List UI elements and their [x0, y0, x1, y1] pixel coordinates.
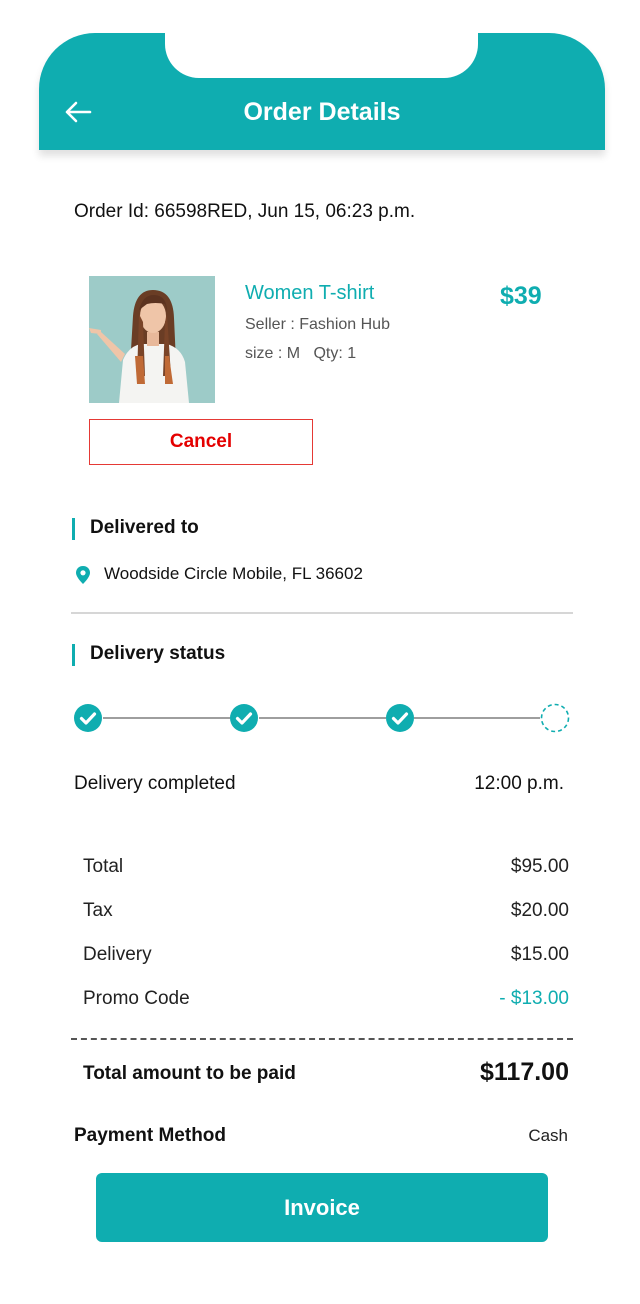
delivery-address: Woodside Circle Mobile, FL 36602 — [104, 564, 363, 583]
step-1-check-circle-icon — [73, 703, 103, 733]
product-price: $39 — [500, 282, 542, 310]
grand-total-value: $117.00 — [480, 1058, 569, 1086]
delivery-status-title: Delivery status — [90, 643, 226, 664]
invoice-button[interactable]: Invoice — [96, 1173, 548, 1242]
step-3-check-circle-icon — [385, 703, 415, 733]
progress-line — [259, 717, 386, 719]
product-image[interactable] — [89, 276, 215, 403]
product-size-qty: size : M Qty: 1 — [245, 345, 357, 362]
progress-line — [414, 717, 540, 719]
dashed-divider — [71, 1038, 573, 1040]
progress-line — [103, 717, 230, 719]
summary-total-value: $95.00 — [510, 856, 569, 877]
product-name[interactable]: Women T-shirt — [245, 282, 374, 305]
payment-method-label: Payment Method — [74, 1125, 227, 1146]
product-photo-graphic — [89, 276, 215, 403]
product-seller: Seller : Fashion Hub — [245, 316, 390, 333]
step-2-check-circle-icon — [229, 703, 259, 733]
device-notch — [165, 20, 478, 78]
back-button[interactable] — [62, 96, 94, 128]
arrow-left-icon — [65, 101, 92, 123]
section-accent-bar — [72, 518, 75, 540]
delivery-status-text: Delivery completed — [74, 773, 236, 794]
summary-promo-label: Promo Code — [83, 988, 190, 1009]
order-id-line: Order Id: 66598RED, Jun 15, 06:23 p.m. — [74, 201, 416, 222]
section-accent-bar — [72, 644, 75, 666]
summary-total-label: Total — [83, 856, 124, 877]
divider — [71, 612, 573, 614]
cancel-button[interactable]: Cancel — [89, 419, 313, 465]
map-pin-icon — [74, 565, 92, 585]
summary-tax-value: $20.00 — [510, 900, 569, 921]
page-title: Order Details — [243, 98, 401, 126]
summary-tax-label: Tax — [83, 900, 113, 921]
grand-total-label: Total amount to be paid — [83, 1063, 296, 1084]
summary-delivery-label: Delivery — [83, 944, 152, 965]
payment-method-value: Cash — [528, 1126, 568, 1145]
delivered-to-title: Delivered to — [90, 517, 199, 538]
summary-delivery-value: $15.00 — [510, 944, 569, 965]
step-4-dashed-circle-icon — [540, 703, 570, 733]
summary-promo-value: - $13.00 — [499, 988, 569, 1009]
delivery-status-time: 12:00 p.m. — [474, 773, 564, 794]
